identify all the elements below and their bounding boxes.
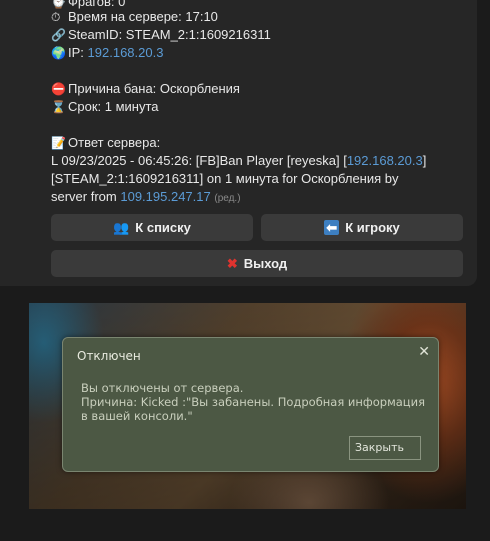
steamid-row: 🔗 SteamID: STEAM_2:1:1609216311 xyxy=(51,27,271,42)
server-time-row: ⏱ Время на сервере: 17:10 xyxy=(51,9,218,24)
memo-icon: 📝 xyxy=(51,136,66,150)
log-ip-link[interactable]: 192.168.20.3 xyxy=(347,153,423,168)
ban-reason-row: ⛔ Причина бана: Оскорбления xyxy=(51,81,240,96)
close-dialog-button[interactable]: Закрыть xyxy=(349,436,421,460)
globe-icon: 🌍 xyxy=(51,46,66,60)
back-arrow-icon: ⬅ xyxy=(324,220,340,235)
dialog-message: Вы отключены от сервера. Причина: Kicked… xyxy=(81,381,426,423)
log-line-2: [STEAM_2:1:1609216311] on 1 минута for О… xyxy=(51,171,399,186)
ban-term-row: ⌛ Срок: 1 минута xyxy=(51,99,159,114)
response-title-row: 📝 Ответ сервера: xyxy=(51,135,161,150)
stopwatch-icon: ⏱ xyxy=(51,10,61,24)
to-player-button[interactable]: ⬅ К игроку xyxy=(261,214,463,241)
log-line-3: server from 109.195.247.17 (ред.) xyxy=(51,189,241,204)
ban-info-panel: ⌚ Фрагов: 0 ⏱ Время на сервере: 17:10 🔗 Ste… xyxy=(0,0,477,286)
dialog-line-1: Вы отключены от сервера. xyxy=(81,381,244,395)
dialog-line-2: Причина: Kicked :"Вы забанены. Подробная… xyxy=(81,395,426,423)
no-entry-icon: ⛔ xyxy=(51,82,66,96)
ip-link[interactable]: 192.168.20.3 xyxy=(88,45,164,60)
game-screenshot: Отключен ✕ Вы отключены от сервера. Прич… xyxy=(29,303,466,509)
log-line-1: L 09/23/2025 - 06:45:26: [FB]Ban Player … xyxy=(51,153,427,168)
cross-icon: ✖ xyxy=(226,255,238,271)
close-icon[interactable]: ✕ xyxy=(418,344,430,360)
ip-row: 🌍 IP: 192.168.20.3 xyxy=(51,45,164,60)
to-list-button[interactable]: 👥 К списку xyxy=(51,214,253,241)
exit-button[interactable]: ✖ Выход xyxy=(51,250,463,277)
hourglass-icon: ⌛ xyxy=(51,100,66,114)
link-icon: 🔗 xyxy=(51,28,66,42)
edited-mark: (ред.) xyxy=(214,193,241,204)
users-icon: 👥 xyxy=(113,219,130,235)
dialog-title: Отключен xyxy=(77,349,141,363)
admin-ip-link[interactable]: 109.195.247.17 xyxy=(120,189,210,204)
disconnect-dialog: Отключен ✕ Вы отключены от сервера. Прич… xyxy=(62,337,439,472)
